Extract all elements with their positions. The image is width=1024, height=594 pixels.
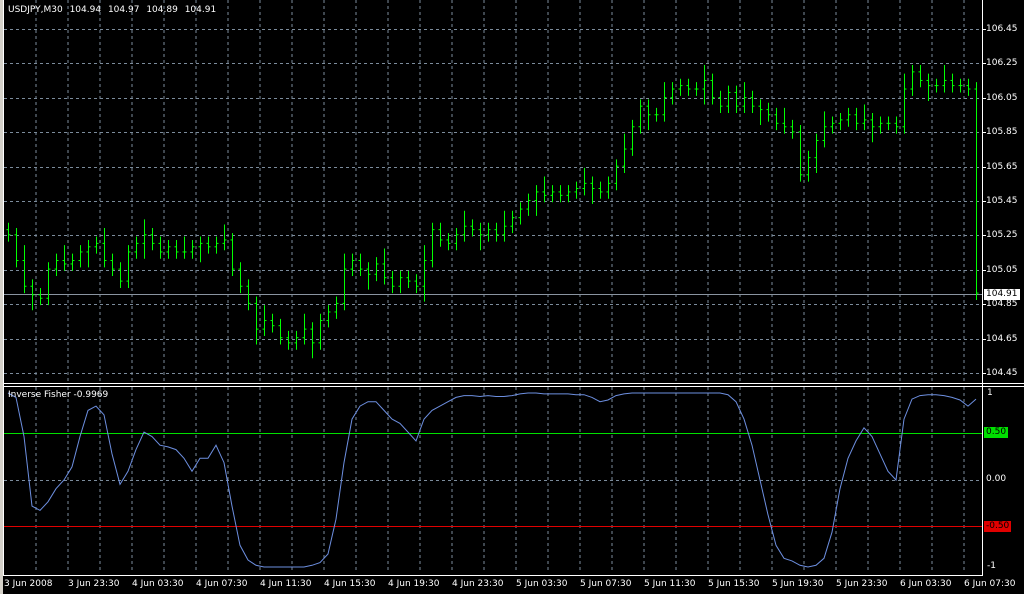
indicator-axis-zero: 0.00 [986, 474, 1007, 484]
close-value: 104.91 [184, 5, 217, 15]
price-axis-label: 105.45 [986, 196, 1018, 206]
time-axis-label: 6 Jun 03:30 [900, 579, 952, 589]
indicator-lower-level-tag: -0.50 [984, 521, 1012, 532]
price-axis-label: 104.85 [986, 299, 1018, 310]
time-axis-label: 4 Jun 07:30 [196, 579, 248, 589]
time-axis-label: 5 Jun 19:30 [772, 579, 824, 589]
price-axis-label: 106.25 [986, 58, 1018, 69]
time-axis-label: 4 Jun 03:30 [132, 579, 184, 589]
current-price-tag: 104.91 [984, 289, 1020, 300]
open-value: 104.94 [69, 5, 102, 15]
time-axis-label: 5 Jun 03:30 [516, 579, 568, 589]
price-axis-label: 104.65 [986, 333, 1018, 344]
time-axis-label: 4 Jun 19:30 [388, 579, 440, 589]
time-axis-label: 3 Jun 23:30 [68, 579, 120, 589]
indicator-label: Inverse Fisher -0.9969 [8, 390, 109, 400]
time-axis-label: 4 Jun 23:30 [452, 579, 504, 589]
price-axis-label: 106.45 [986, 24, 1018, 34]
price-axis-label: 105.85 [986, 127, 1018, 138]
price-axis-label: 105.05 [986, 264, 1018, 275]
chart-title: USDJPY,M30 104.94 104.97 104.89 104.91 [8, 5, 220, 15]
price-axis-label: 105.65 [986, 161, 1018, 172]
time-axis-label: 3 Jun 2008 [4, 579, 53, 589]
time-axis-label: 5 Jun 07:30 [580, 579, 632, 589]
low-value: 104.89 [146, 5, 178, 15]
time-axis-label: 5 Jun 11:30 [644, 579, 696, 589]
price-axis-label: 104.45 [986, 368, 1018, 378]
indicator-axis-bottom: -1 [987, 561, 996, 571]
symbol-label: USDJPY,M30 [8, 5, 63, 15]
time-axis-label: 6 Jun 07:30 [964, 579, 1016, 589]
time-axis-label: 4 Jun 11:30 [260, 579, 312, 589]
indicator-axis-top: 1 [987, 388, 993, 398]
indicator-upper-level-tag: 0.50 [984, 427, 1009, 438]
high-value: 104.97 [107, 5, 140, 15]
chart-canvas[interactable] [0, 0, 1024, 594]
time-axis-label: 5 Jun 23:30 [836, 579, 888, 589]
price-axis-label: 106.05 [986, 92, 1018, 103]
time-axis-label: 4 Jun 15:30 [324, 579, 376, 589]
window-frame [0, 0, 3, 594]
price-axis-label: 105.25 [986, 230, 1018, 241]
time-axis-label: 5 Jun 15:30 [708, 579, 760, 589]
